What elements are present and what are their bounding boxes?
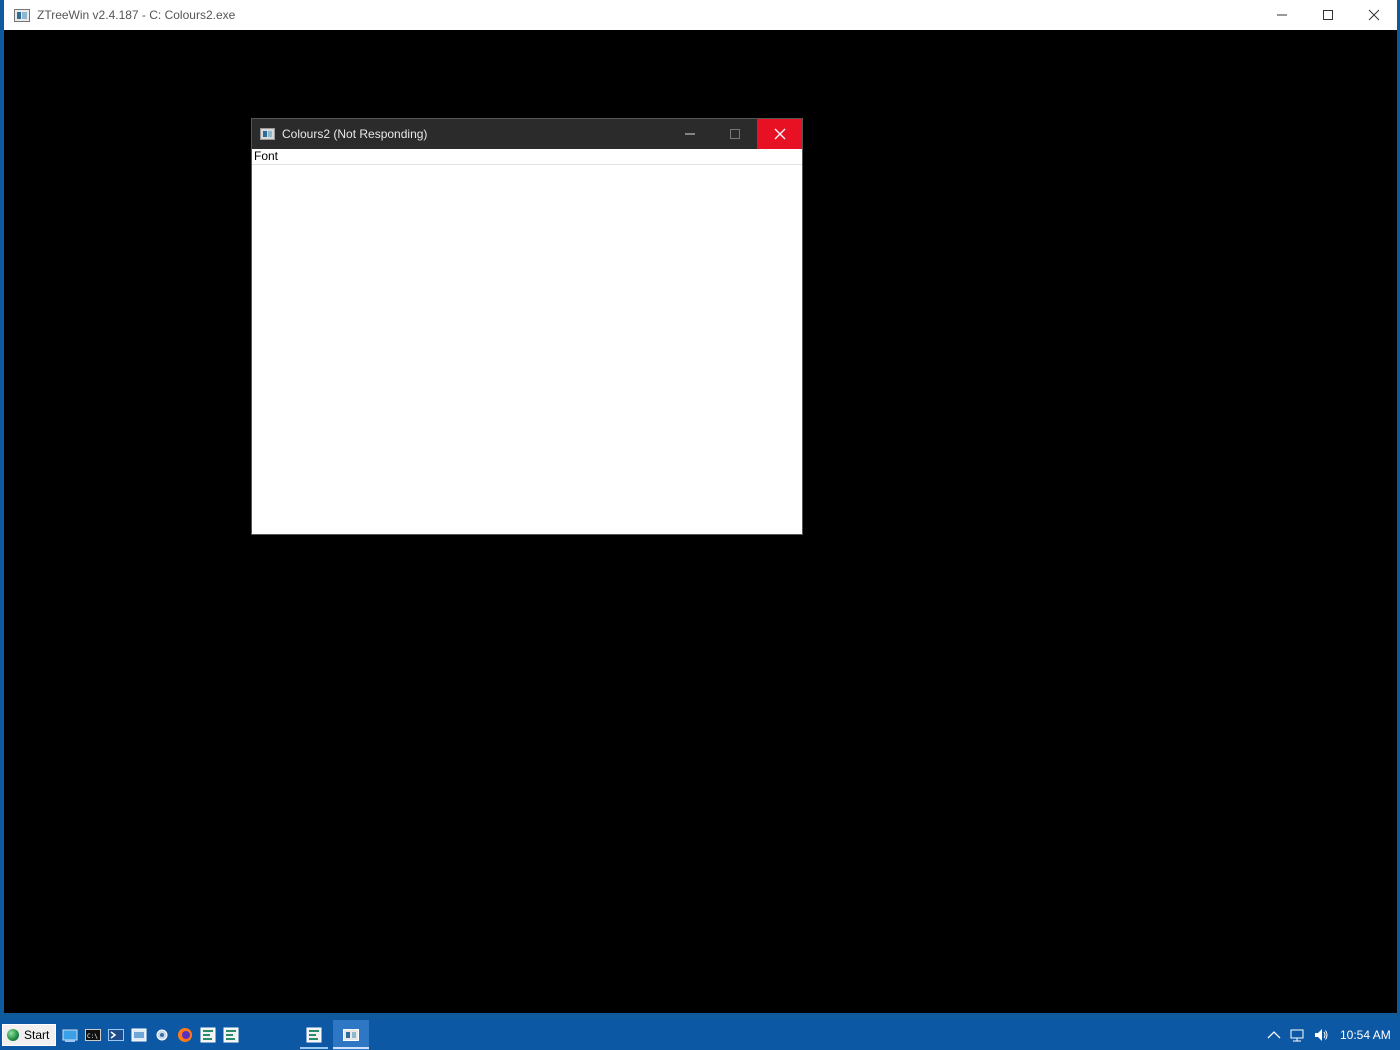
explorer-icon[interactable]	[62, 1027, 78, 1043]
dialog-title: Colours2 (Not Responding)	[282, 127, 428, 141]
close-icon	[774, 128, 785, 140]
menu-font[interactable]: Font	[254, 149, 278, 164]
ztree-icon[interactable]	[223, 1027, 239, 1043]
ztree-running-indicator	[300, 1047, 328, 1049]
network-icon[interactable]	[1289, 1027, 1305, 1043]
minimize-button[interactable]	[1259, 0, 1305, 30]
colours2-taskbar-icon[interactable]	[343, 1027, 359, 1043]
main-titlebar[interactable]: ZTreeWin v2.4.187 - C: Colours2.exe	[4, 0, 1397, 30]
close-icon	[1368, 9, 1380, 21]
control-panel-icon[interactable]	[131, 1027, 147, 1043]
ztree-running-icon[interactable]	[306, 1027, 322, 1043]
ztree-icon[interactable]	[200, 1027, 216, 1043]
minimize-icon	[1277, 14, 1287, 16]
volume-icon[interactable]	[1313, 1027, 1329, 1043]
dialog-maximize-button[interactable]	[712, 119, 757, 149]
dialog-titlebar[interactable]: Colours2 (Not Responding)	[252, 119, 802, 149]
start-button[interactable]: Start	[2, 1024, 56, 1046]
dialog-client-area[interactable]	[252, 165, 802, 534]
colours2-app-icon[interactable]	[260, 128, 275, 140]
maximize-icon	[1323, 10, 1333, 20]
close-button[interactable]	[1351, 0, 1397, 30]
chevron-up-icon[interactable]	[1266, 1027, 1282, 1043]
dialog-close-button[interactable]	[757, 119, 802, 149]
cmd-icon[interactable]: C:\	[85, 1027, 101, 1043]
maximize-button[interactable]	[1305, 0, 1351, 30]
main-window-title: ZTreeWin v2.4.187 - C: Colours2.exe	[37, 8, 236, 22]
colours2-running-indicator	[333, 1047, 369, 1049]
powershell-icon[interactable]	[108, 1027, 124, 1043]
clock[interactable]: 10:54 AM	[1340, 1028, 1391, 1042]
settings-icon[interactable]	[154, 1027, 170, 1043]
firefox-icon[interactable]	[177, 1027, 193, 1043]
svg-text:C:\: C:\	[87, 1033, 98, 1040]
ztreewin-app-icon[interactable]	[14, 8, 30, 22]
start-globe-icon	[7, 1029, 19, 1041]
colours2-window: Colours2 (Not Responding) Font	[251, 118, 803, 535]
dialog-menubar: Font	[252, 149, 802, 165]
minimize-icon	[684, 133, 695, 135]
maximize-icon	[729, 129, 740, 139]
dialog-minimize-button[interactable]	[667, 119, 712, 149]
start-label: Start	[24, 1028, 50, 1042]
